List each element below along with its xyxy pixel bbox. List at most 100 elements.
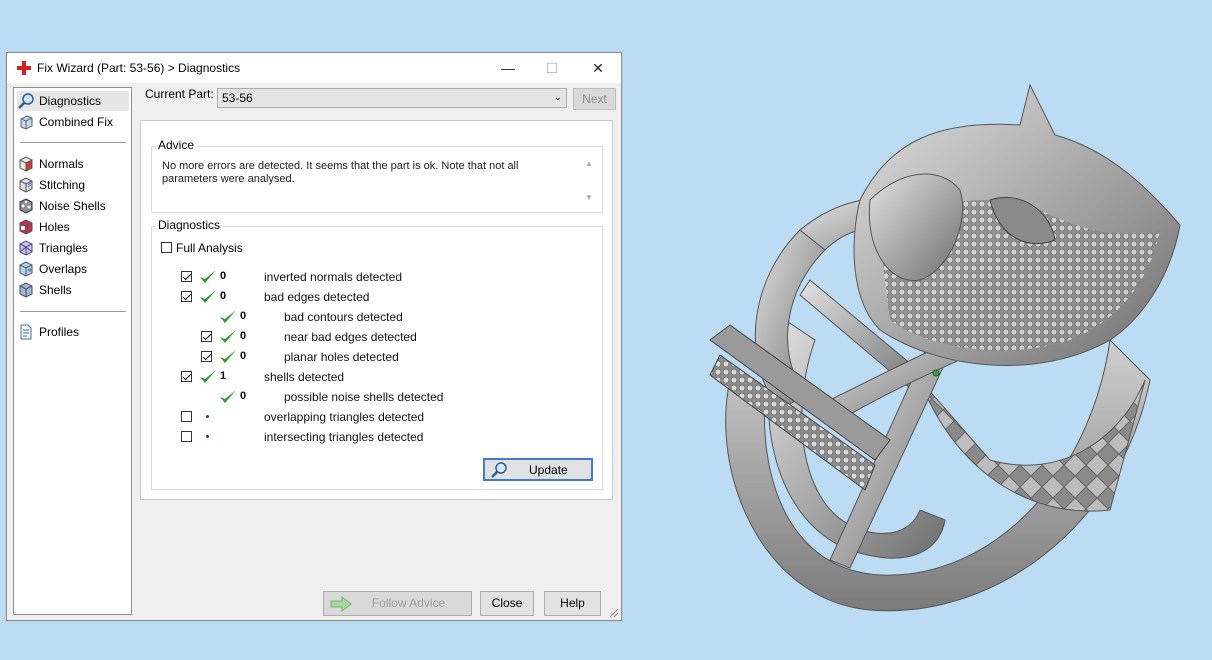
- next-button[interactable]: Next: [573, 88, 616, 110]
- full-analysis-checkbox[interactable]: [161, 242, 172, 253]
- nav-divider: [20, 142, 126, 143]
- planar-holes-label: planar holes detected: [284, 350, 399, 364]
- nav-item-triangles[interactable]: Triangles: [17, 238, 129, 258]
- nav-item-normals[interactable]: Normals: [17, 154, 129, 174]
- model-viewport[interactable]: [690, 80, 1190, 620]
- nav-label: Overlaps: [39, 262, 88, 276]
- inverted-normals-label: inverted normals detected: [264, 270, 403, 284]
- document-icon: [20, 324, 32, 340]
- diagnostics-group-label: Diagnostics: [156, 218, 223, 232]
- green-check-icon: [220, 330, 236, 343]
- noise-shells-label: possible noise shells detected: [284, 390, 444, 404]
- pivot-marker: [932, 369, 940, 377]
- green-check-icon: [200, 270, 216, 283]
- noise-shells-count: 0: [240, 390, 247, 402]
- nav-item-overlaps[interactable]: Overlaps: [17, 259, 129, 279]
- cube-shells-icon: [19, 282, 33, 298]
- window-title: Fix Wizard (Part: 53-56) > Diagnostics: [37, 61, 241, 75]
- overlapping-triangles-checkbox[interactable]: [181, 411, 192, 422]
- current-part-value: 53-56: [222, 91, 253, 105]
- green-check-icon: [200, 370, 216, 383]
- pending-dot-icon: [206, 415, 209, 418]
- ring-model: [709, 83, 1181, 612]
- arrow-right-icon: [330, 596, 352, 612]
- nav-item-diagnostics[interactable]: Diagnostics: [17, 91, 129, 111]
- close-button[interactable]: Close: [480, 591, 534, 616]
- inverted-normals-checkbox[interactable]: [181, 271, 192, 282]
- bad-edges-checkbox[interactable]: [181, 291, 192, 302]
- shells-label: shells detected: [264, 370, 345, 384]
- resize-grip-icon[interactable]: [609, 608, 619, 618]
- nav-label: Triangles: [39, 241, 88, 255]
- minimize-button[interactable]: —: [485, 53, 531, 83]
- overlapping-triangles-label: overlapping triangles detected: [264, 410, 425, 424]
- green-check-icon: [200, 290, 216, 303]
- nav-item-profiles[interactable]: Profiles: [17, 322, 129, 342]
- scroll-up-icon[interactable]: ▲: [583, 159, 595, 168]
- nav-item-stitching[interactable]: Stitching: [17, 175, 129, 195]
- bad-contours-count: 0: [240, 310, 247, 322]
- update-button[interactable]: Update: [483, 458, 593, 481]
- bad-contours-label: bad contours detected: [284, 310, 403, 324]
- green-check-icon: [220, 390, 236, 403]
- pending-dot-icon: [206, 435, 209, 438]
- close-icon: ✕: [592, 59, 604, 76]
- cube-hole-icon: [19, 219, 33, 235]
- follow-advice-label: Follow Advice: [371, 596, 446, 610]
- green-check-icon: [220, 310, 236, 323]
- follow-advice-button[interactable]: Follow Advice: [323, 591, 472, 616]
- wizard-nav: Diagnostics Combined Fix Normals Stitchi…: [13, 87, 132, 615]
- green-check-icon: [220, 350, 236, 363]
- planar-holes-checkbox[interactable]: [201, 351, 212, 362]
- planar-holes-count: 0: [240, 350, 247, 362]
- red-cross-icon: [17, 61, 31, 75]
- bad-edges-count: 0: [220, 290, 227, 302]
- cube-noise-icon: [19, 198, 33, 214]
- magnifier-icon: [18, 93, 34, 109]
- cube-overlap-icon: [19, 261, 33, 277]
- full-analysis-label: Full Analysis: [176, 241, 243, 255]
- nav-item-holes[interactable]: Holes: [17, 217, 129, 237]
- minimize-icon: —: [501, 60, 515, 76]
- nav-item-combined-fix[interactable]: Combined Fix: [17, 112, 129, 132]
- magnifier-icon: [491, 462, 507, 478]
- title-bar[interactable]: Fix Wizard (Part: 53-56) > Diagnostics —…: [7, 53, 621, 83]
- nav-label: Diagnostics: [39, 94, 102, 108]
- nav-label: Combined Fix: [39, 115, 114, 129]
- advice-scrollbar[interactable]: ▲ ▼: [583, 159, 595, 205]
- current-part-label: Current Part:: [145, 87, 214, 101]
- close-window-button[interactable]: ✕: [575, 53, 621, 83]
- inverted-normals-count: 0: [220, 270, 227, 282]
- advice-line-2: parameters were analysed.: [162, 173, 295, 185]
- chevron-down-icon: ⌄: [553, 92, 562, 103]
- nav-label: Holes: [39, 220, 70, 234]
- nav-item-shells[interactable]: Shells: [17, 280, 129, 300]
- nav-label: Noise Shells: [39, 199, 106, 213]
- current-part-select[interactable]: 53-56 ⌄: [217, 88, 567, 108]
- cube-stack-icon: [20, 115, 33, 130]
- scroll-down-icon[interactable]: ▼: [583, 193, 595, 202]
- nav-item-noise-shells[interactable]: Noise Shells: [17, 196, 129, 216]
- cube-stitch-icon: [19, 177, 33, 193]
- fix-wizard-dialog: Fix Wizard (Part: 53-56) > Diagnostics —…: [6, 52, 622, 621]
- nav-label: Normals: [39, 157, 84, 171]
- cube-red-icon: [19, 156, 33, 172]
- nav-label: Stitching: [39, 178, 86, 192]
- nav-divider: [20, 311, 126, 312]
- advice-group-label: Advice: [156, 138, 197, 152]
- maximize-icon: ☐: [545, 59, 559, 76]
- near-bad-edges-checkbox[interactable]: [201, 331, 212, 342]
- near-bad-edges-count: 0: [240, 330, 247, 342]
- nav-label: Profiles: [39, 325, 80, 339]
- intersecting-triangles-label: intersecting triangles detected: [264, 430, 424, 444]
- shells-checkbox[interactable]: [181, 371, 192, 382]
- cube-triangles-icon: [19, 240, 33, 256]
- intersecting-triangles-checkbox[interactable]: [181, 431, 192, 442]
- advice-text: No more errors are detected. It seems th…: [162, 160, 562, 186]
- help-button[interactable]: Help: [544, 591, 601, 616]
- nav-label: Shells: [39, 283, 72, 297]
- bad-edges-label: bad edges detected: [264, 290, 370, 304]
- advice-line-1: No more errors are detected. It seems th…: [162, 160, 519, 172]
- shells-count: 1: [220, 370, 227, 382]
- maximize-button[interactable]: ☐: [529, 53, 575, 83]
